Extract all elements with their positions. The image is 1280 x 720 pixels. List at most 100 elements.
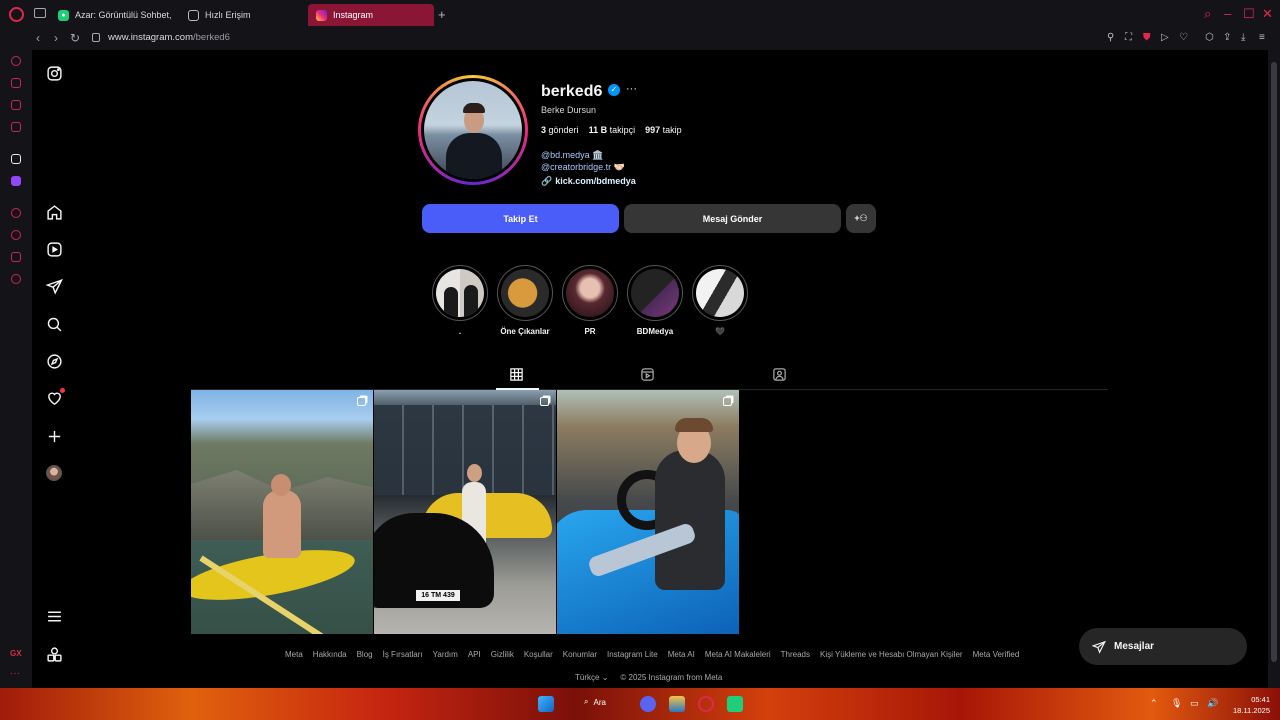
footer-link[interactable]: Meta Verified	[973, 650, 1020, 659]
clock[interactable]: 05:41 18.11.2025	[1233, 694, 1270, 716]
opera-logo-icon[interactable]	[9, 7, 24, 22]
taskbar-search[interactable]: ⌕ Ara	[584, 697, 606, 707]
gx-logo-icon: GX	[10, 649, 22, 658]
post-thumbnail[interactable]: 16 TM 439	[374, 390, 556, 634]
followers-stat[interactable]: 11 B takipçi	[589, 125, 636, 135]
footer-link[interactable]: Instagram Lite	[607, 650, 658, 659]
footer-link[interactable]: Blog	[357, 650, 373, 659]
footer-link[interactable]: Hakkında	[313, 650, 347, 659]
pin-icon[interactable]: ⚲	[1107, 32, 1114, 43]
vpn-shield-icon[interactable]: ⛊	[1143, 32, 1151, 43]
explore-icon[interactable]	[45, 352, 63, 370]
language-selector[interactable]: Türkçe ⌄	[575, 673, 608, 682]
file-explorer-icon[interactable]	[669, 696, 685, 712]
share-icon[interactable]: ⇪	[1223, 32, 1231, 43]
footer-link[interactable]: API	[468, 650, 481, 659]
browser-tab-bar: ● Azar: Görüntülü Sohbet, V Hızlı Erişim…	[0, 0, 1280, 28]
also-from-meta-icon[interactable]	[45, 645, 63, 663]
bio-link[interactable]: 🔗 kick.com/bdmedya	[541, 176, 636, 187]
forward-icon[interactable]: ›	[54, 31, 58, 45]
back-icon[interactable]: ‹	[36, 31, 40, 45]
profile-picture[interactable]	[418, 75, 528, 185]
new-tab-button[interactable]: +	[438, 7, 446, 22]
grid-icon	[188, 9, 199, 21]
close-window-button[interactable]: ✕	[1262, 6, 1273, 22]
tagged-tab[interactable]	[772, 367, 788, 383]
highlight-cover	[501, 269, 549, 317]
discord-icon[interactable]	[640, 696, 656, 712]
menu-icon[interactable]	[45, 607, 63, 625]
sidebar-aria-icon[interactable]	[11, 154, 21, 164]
sidebar-more-icon[interactable]: ···	[10, 668, 20, 679]
messages-button[interactable]: Mesajlar	[1079, 628, 1247, 665]
heart-icon[interactable]: ♡	[1179, 32, 1188, 43]
highlight-item[interactable]: BDMedya	[626, 265, 684, 336]
extensions-icon[interactable]: ⬡	[1205, 32, 1214, 43]
whatsapp-icon[interactable]	[727, 696, 743, 712]
tab-switcher-icon[interactable]	[34, 8, 46, 18]
sidebar-history-icon[interactable]	[11, 230, 21, 240]
sidebar-player-icon[interactable]	[11, 208, 21, 218]
footer-link[interactable]: Koşullar	[524, 650, 553, 659]
browser-tab-speed-dial[interactable]: Hızlı Erişim	[180, 4, 304, 26]
sidebar-messenger-icon[interactable]	[11, 100, 21, 110]
snapshot-icon[interactable]: ⛶	[1125, 32, 1132, 43]
following-stat[interactable]: 997 takip	[645, 125, 682, 135]
windows-start-icon[interactable]	[538, 696, 554, 712]
footer-link[interactable]: Kişi Yükleme ve Hesabı Olmayan Kişiler	[820, 650, 963, 659]
post-thumbnail[interactable]	[557, 390, 739, 634]
highlight-item[interactable]: Öne Çıkanlar	[496, 265, 554, 336]
easy-setup-icon[interactable]: ≡	[1259, 32, 1265, 43]
bio-mention-creatorbridge[interactable]: @creatorbridge.tr	[541, 162, 611, 172]
sidebar-extensions-icon[interactable]	[11, 252, 21, 262]
sidebar-settings-icon[interactable]	[11, 274, 21, 284]
highlight-item[interactable]: 🖤	[691, 265, 749, 336]
posts-stat: 3 gönderi	[541, 125, 579, 135]
direct-icon[interactable]	[45, 277, 63, 295]
footer-link[interactable]: Konumlar	[563, 650, 597, 659]
follow-button[interactable]: Takip Et	[422, 204, 619, 233]
post-thumbnail[interactable]	[191, 390, 373, 634]
volume-icon[interactable]: 🔊	[1207, 698, 1218, 709]
options-more-icon[interactable]: ···	[626, 83, 637, 95]
reels-tab[interactable]	[640, 367, 656, 383]
browser-tab-azar[interactable]: ● Azar: Görüntülü Sohbet, V	[50, 4, 174, 26]
highlight-item[interactable]: .	[431, 265, 489, 336]
player-icon[interactable]: ▷	[1161, 32, 1169, 43]
profile-avatar[interactable]	[46, 465, 62, 481]
opera-gx-icon[interactable]	[698, 696, 714, 712]
browser-tab-instagram[interactable]: Instagram	[308, 4, 434, 26]
minimize-button[interactable]: –	[1224, 6, 1231, 21]
sidebar-gx-control-icon[interactable]	[11, 56, 21, 66]
footer-link[interactable]: Threads	[781, 650, 810, 659]
reels-icon[interactable]	[45, 240, 63, 258]
maximize-button[interactable]: ☐	[1243, 6, 1255, 22]
show-hidden-icons[interactable]: ⌃	[1150, 698, 1158, 709]
footer-link[interactable]: Meta AI	[668, 650, 695, 659]
download-icon[interactable]: ⤓	[1241, 32, 1245, 43]
url-field[interactable]: www.instagram.com/berked6	[108, 32, 230, 43]
network-icon[interactable]: ▭	[1190, 698, 1199, 709]
footer-link[interactable]: İş Fırsatları	[383, 650, 423, 659]
bio-mention-bdmedya[interactable]: @bd.medya	[541, 150, 590, 160]
sidebar-news-icon[interactable]	[11, 122, 21, 132]
search-icon[interactable]	[45, 315, 63, 333]
create-plus-icon[interactable]	[45, 427, 63, 445]
footer-link[interactable]: Meta AI Makaleleri	[705, 650, 771, 659]
instagram-logo-icon[interactable]	[45, 64, 63, 82]
similar-accounts-button[interactable]: +⚇	[846, 204, 876, 233]
reload-icon[interactable]: ↻	[70, 31, 80, 45]
footer-link[interactable]: Meta	[285, 650, 303, 659]
scrollbar-thumb[interactable]	[1271, 62, 1277, 662]
home-icon[interactable]	[45, 203, 63, 221]
sidebar-twitch-icon[interactable]	[11, 176, 21, 186]
sidebar-gx-store-icon[interactable]	[11, 78, 21, 88]
message-button[interactable]: Mesaj Gönder	[624, 204, 841, 233]
search-tabs-icon[interactable]: ⌕	[1204, 6, 1211, 22]
highlight-item[interactable]: PR	[561, 265, 619, 336]
notifications-heart-icon[interactable]	[45, 388, 65, 407]
microphone-icon[interactable]: 🎙	[1171, 698, 1182, 709]
footer-link[interactable]: Gizlilik	[491, 650, 514, 659]
posts-grid-tab[interactable]	[509, 367, 525, 383]
footer-link[interactable]: Yardım	[433, 650, 458, 659]
